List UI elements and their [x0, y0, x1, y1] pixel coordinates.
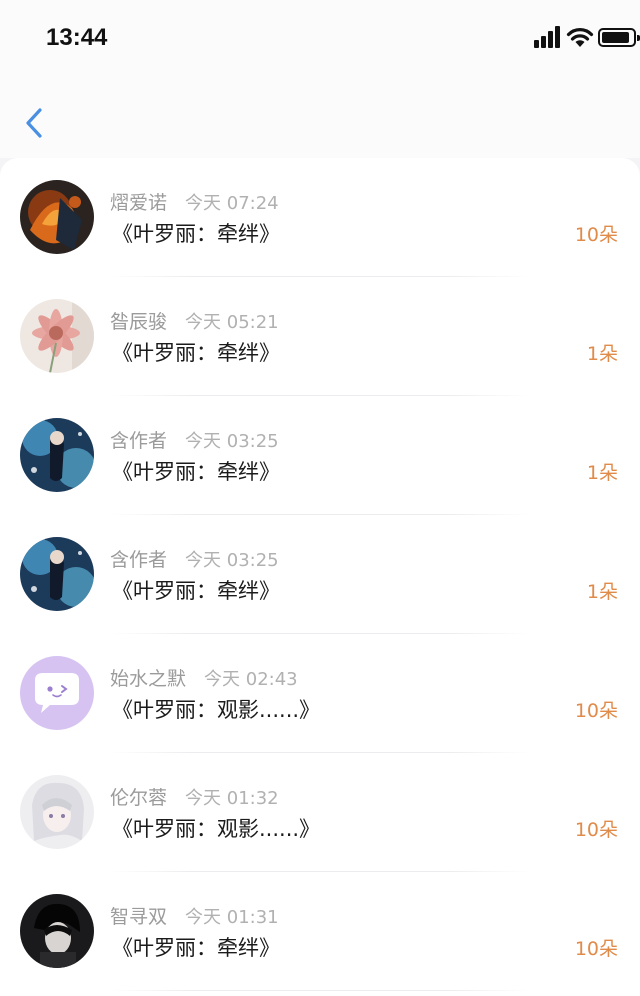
- flower-count: 1朵: [586, 581, 618, 603]
- sender-name: 智寻双: [110, 906, 168, 928]
- signal-icon: [534, 26, 560, 48]
- sender-name: 昝辰骏: [110, 311, 168, 333]
- avatar[interactable]: [20, 418, 94, 492]
- sender-line: 智寻双 今天 01:31: [110, 902, 279, 929]
- send-time: 今天 01:31: [185, 907, 279, 928]
- sender-line: 含作者 今天 03:25: [110, 426, 279, 453]
- list-item[interactable]: 智寻双 今天 01:31 《叶罗丽：牵绊》 10朵: [0, 872, 640, 991]
- flower-count: 10朵: [574, 224, 618, 246]
- flower-count: 1朵: [586, 343, 618, 365]
- book-title: 《叶罗丽：观影......》: [112, 817, 321, 841]
- flower-count: 10朵: [574, 700, 618, 722]
- top-header: 13:44: [0, 0, 640, 158]
- flower-count: 10朵: [574, 819, 618, 841]
- sender-name: 伦尔蓉: [110, 787, 168, 809]
- sender-line: 昝辰骏 今天 05:21: [110, 307, 279, 334]
- avatar[interactable]: [20, 656, 94, 730]
- send-time: 今天 07:24: [185, 193, 279, 214]
- book-title: 《叶罗丽：牵绊》: [112, 341, 280, 365]
- book-title: 《叶罗丽：观影......》: [112, 698, 321, 722]
- book-title: 《叶罗丽：牵绊》: [112, 579, 280, 603]
- sender-name: 始水之默: [110, 668, 187, 690]
- wifi-icon: [566, 28, 594, 47]
- send-time: 今天 05:21: [185, 312, 279, 333]
- list-item[interactable]: 始水之默 今天 02:43 《叶罗丽：观影......》 10朵: [0, 634, 640, 753]
- gift-record-list[interactable]: 熠爱诺 今天 07:24 《叶罗丽：牵绊》 10朵 昝辰骏 今天 05:21 《…: [0, 158, 640, 996]
- avatar[interactable]: [20, 299, 94, 373]
- flower-count: 1朵: [586, 462, 618, 484]
- sender-name: 含作者: [110, 430, 168, 452]
- send-time: 今天 01:32: [185, 788, 279, 809]
- list-item[interactable]: 伦尔蓉 今天 01:32 《叶罗丽：观影......》 10朵: [0, 753, 640, 872]
- sender-line: 伦尔蓉 今天 01:32: [110, 783, 279, 810]
- avatar[interactable]: [20, 537, 94, 611]
- book-title: 《叶罗丽：牵绊》: [112, 222, 280, 246]
- sender-line: 熠爱诺 今天 07:24: [110, 188, 279, 215]
- divider: [110, 990, 530, 991]
- sender-line: 含作者 今天 03:25: [110, 545, 279, 572]
- list-item[interactable]: 昝辰骏 今天 05:21 《叶罗丽：牵绊》 1朵: [0, 277, 640, 396]
- flower-count: 10朵: [574, 938, 618, 960]
- book-title: 《叶罗丽：牵绊》: [112, 460, 280, 484]
- avatar[interactable]: [20, 894, 94, 968]
- list-item[interactable]: 含作者 今天 03:25 《叶罗丽：牵绊》 1朵: [0, 515, 640, 634]
- status-time: 13:44: [46, 24, 108, 51]
- sender-name: 熠爱诺: [110, 192, 168, 214]
- list-item[interactable]: 熠爱诺 今天 07:24 《叶罗丽：牵绊》 10朵: [0, 158, 640, 277]
- send-time: 今天 03:25: [185, 550, 279, 571]
- sender-name: 含作者: [110, 549, 168, 571]
- book-title: 《叶罗丽：牵绊》: [112, 936, 280, 960]
- back-button[interactable]: [20, 104, 50, 144]
- avatar[interactable]: [20, 180, 94, 254]
- send-time: 今天 02:43: [204, 669, 298, 690]
- battery-icon: [598, 28, 640, 47]
- send-time: 今天 03:25: [185, 431, 279, 452]
- avatar[interactable]: [20, 775, 94, 849]
- sender-line: 始水之默 今天 02:43: [110, 664, 298, 691]
- list-item[interactable]: 含作者 今天 03:25 《叶罗丽：牵绊》 1朵: [0, 396, 640, 515]
- chevron-left-icon: [26, 108, 42, 138]
